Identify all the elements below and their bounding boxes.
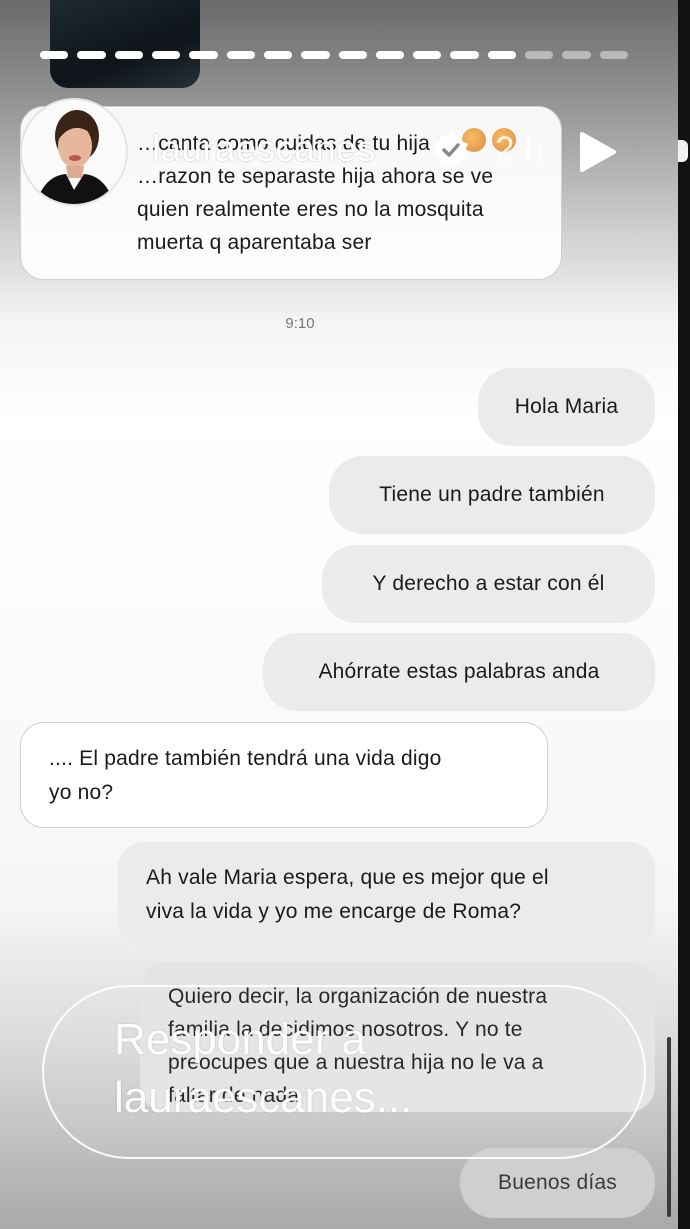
message-text: .... El padre también tendrá una vida di… xyxy=(49,747,442,804)
progress-segment xyxy=(525,51,554,59)
progress-segment xyxy=(114,51,143,59)
avatar-portrait-icon xyxy=(22,100,126,204)
message-text: Ahórrate estas palabras anda xyxy=(318,660,600,683)
message-bubble-incoming: .... El padre también tendrá una vida di… xyxy=(20,722,548,828)
avatar[interactable] xyxy=(22,100,126,204)
progress-segment xyxy=(375,51,405,59)
message-text: Hola Maria xyxy=(514,395,619,418)
story-time-ago: 2 h xyxy=(495,130,544,169)
message-text: Tiene un padre también xyxy=(379,483,605,506)
reply-input[interactable]: Responder a lauraescanes... xyxy=(42,985,646,1159)
progress-segment xyxy=(301,51,330,59)
progress-segment xyxy=(151,51,181,59)
next-story-handle[interactable] xyxy=(678,140,688,162)
progress-segment xyxy=(40,51,69,59)
story-progress-bar xyxy=(40,51,628,59)
progress-segment xyxy=(263,51,293,59)
reply-placeholder: Responder a lauraescanes... xyxy=(114,1015,413,1122)
progress-segment xyxy=(226,51,255,59)
message-bubble-outgoing: Y derecho a estar con él xyxy=(322,545,655,623)
progress-segment xyxy=(413,51,442,59)
verified-badge-icon xyxy=(434,132,468,168)
chat-timestamp: 9:10 xyxy=(285,315,315,332)
progress-segment xyxy=(77,51,106,59)
progress-segment xyxy=(338,51,367,59)
previous-media-thumbnail xyxy=(50,0,200,88)
message-bubble-outgoing: Hola Maria xyxy=(478,368,655,446)
progress-segment xyxy=(599,51,628,59)
story-username[interactable]: lauraescanes xyxy=(152,128,376,170)
message-text: Buenos días xyxy=(498,1171,617,1194)
message-bubble-outgoing: Ah vale Maria espera, que es mejor que e… xyxy=(118,842,655,948)
message-text: Y derecho a estar con él xyxy=(372,572,605,595)
play-icon[interactable] xyxy=(574,130,618,174)
story-view[interactable]: …canta como cuidas de tu hija …razon te … xyxy=(0,0,678,1229)
chat-scrollbar[interactable] xyxy=(667,1037,671,1217)
message-bubble-outgoing: Ahórrate estas palabras anda xyxy=(263,633,655,711)
next-story-edge[interactable] xyxy=(678,0,690,1229)
progress-segment xyxy=(450,51,479,59)
message-bubble-outgoing: Tiene un padre también xyxy=(329,456,655,534)
story-header xyxy=(22,100,126,204)
progress-segment xyxy=(189,51,218,59)
progress-segment xyxy=(487,51,517,59)
progress-segment xyxy=(562,51,591,59)
message-text: Ah vale Maria espera, que es mejor que e… xyxy=(146,866,549,923)
